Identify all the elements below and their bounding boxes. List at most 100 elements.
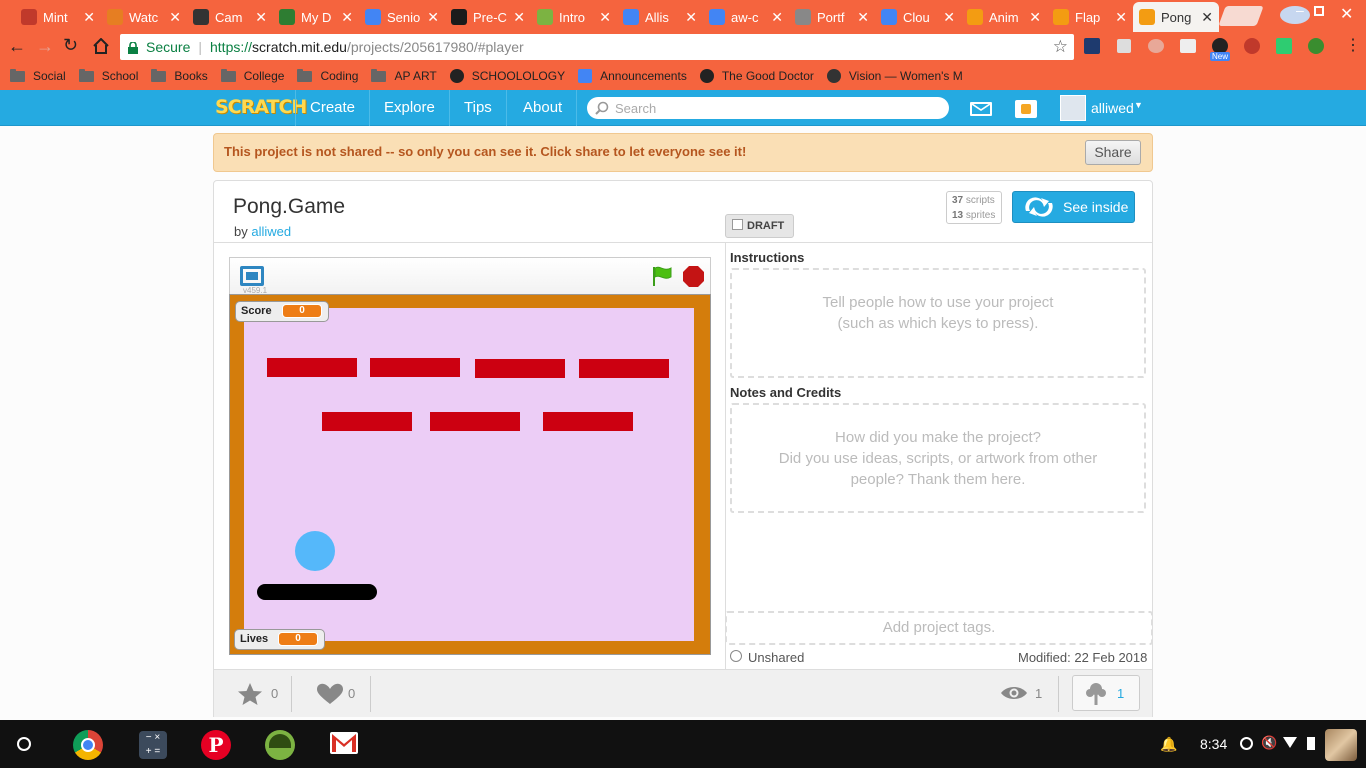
stop-icon[interactable] (683, 266, 704, 287)
tab-close-icon[interactable]: ✕ (513, 9, 525, 26)
bookmark-item[interactable]: Social (10, 68, 66, 83)
chevron-down-icon[interactable]: ▼ (1134, 100, 1143, 110)
tab-close-icon[interactable]: ✕ (685, 9, 697, 26)
bookmark-star-icon[interactable]: ☆ (1053, 37, 1068, 57)
sync-status-icon[interactable] (1240, 737, 1253, 750)
tab-close-icon[interactable]: ✕ (599, 9, 611, 26)
extension-bookmark-icon[interactable] (1276, 38, 1292, 54)
menu-kebab-icon[interactable]: ⋮ (1345, 36, 1361, 56)
extension-printer-icon[interactable] (1117, 39, 1131, 53)
browser-tab[interactable]: Watc ✕ (101, 2, 187, 32)
home-icon[interactable] (92, 37, 110, 54)
tab-close-icon[interactable]: ✕ (1029, 9, 1041, 26)
new-tab-button[interactable] (1218, 6, 1264, 26)
browser-tab[interactable]: Cam ✕ (187, 2, 273, 32)
address-bar[interactable]: Secure | https://scratch.mit.edu/project… (120, 34, 1074, 60)
launcher-icon[interactable] (17, 737, 31, 751)
project-title[interactable]: Pong.Game (233, 195, 345, 219)
nav-explore[interactable]: Explore (370, 90, 450, 126)
profile-avatar[interactable] (1280, 6, 1310, 24)
browser-tab[interactable]: Senio ✕ (359, 2, 445, 32)
tab-close-icon[interactable]: ✕ (255, 9, 267, 26)
see-inside-button[interactable]: See inside (1012, 191, 1135, 223)
clock[interactable]: 8:34 (1200, 736, 1227, 752)
stage[interactable]: Score 0 Lives 0 (229, 294, 711, 655)
bookmark-item[interactable]: Coding (297, 68, 358, 83)
remix-tree-button[interactable]: 1 (1072, 675, 1140, 711)
tags-field[interactable]: Add project tags. (725, 611, 1153, 645)
fullscreen-icon[interactable] (240, 266, 264, 286)
reload-icon[interactable]: ↻ (63, 35, 78, 55)
messages-icon[interactable] (970, 102, 992, 116)
extension-swirl-icon[interactable] (1148, 39, 1164, 53)
tab-close-icon[interactable]: ✕ (857, 9, 869, 26)
tab-close-icon[interactable]: ✕ (943, 9, 955, 26)
maximize-icon[interactable] (1314, 6, 1324, 16)
bookmark-item[interactable]: SCHOOLOLOGY (449, 69, 565, 83)
tab-close-icon[interactable]: ✕ (771, 9, 783, 26)
minimize-icon[interactable]: – (1296, 2, 1304, 18)
tab-close-icon[interactable]: ✕ (427, 9, 439, 26)
author-link[interactable]: alliwed (251, 224, 291, 239)
folder-icon (371, 68, 387, 82)
bookmark-item[interactable]: AP ART (371, 68, 437, 83)
nav-tips[interactable]: Tips (450, 90, 507, 126)
bookmark-item[interactable]: Vision — Women's M (826, 69, 963, 83)
user-avatar[interactable] (1325, 729, 1357, 761)
browser-tab[interactable]: aw-c ✕ (703, 2, 789, 32)
calculator-app-icon[interactable]: − × + = (139, 731, 167, 759)
username[interactable]: alliwed (1091, 100, 1134, 116)
instructions-field[interactable]: Tell people how to use your project (suc… (730, 268, 1146, 378)
tab-close-icon[interactable]: ✕ (1115, 9, 1127, 26)
extension-turtle-icon[interactable] (1308, 38, 1324, 54)
chrome-app-icon[interactable] (73, 730, 103, 760)
forward-icon[interactable]: → (36, 36, 54, 56)
green-flag-icon[interactable] (651, 265, 673, 287)
draft-checkbox[interactable] (732, 219, 743, 230)
turtle-app-icon[interactable] (265, 730, 295, 760)
search-input[interactable]: Search (587, 97, 949, 119)
extension-analytics-icon[interactable] (1084, 38, 1100, 54)
star-icon[interactable] (236, 682, 264, 706)
bookmark-item[interactable]: School (78, 68, 138, 83)
browser-tab[interactable]: Clou ✕ (875, 2, 961, 32)
bookmark-item[interactable]: The Good Doctor (699, 69, 814, 83)
notes-field[interactable]: How did you make the project? Did you us… (730, 403, 1146, 513)
nav-about[interactable]: About (509, 90, 578, 126)
browser-tab[interactable]: Anim ✕ (961, 2, 1047, 32)
tab-title: Pre-C (473, 9, 507, 25)
extension-paw-icon[interactable] (1244, 38, 1260, 54)
scratch-logo[interactable]: SCRATCH (215, 96, 307, 118)
browser-tab[interactable]: Mint ✕ (15, 2, 101, 32)
window-close-icon[interactable]: ✕ (1340, 4, 1353, 24)
browser-tab[interactable]: Portf ✕ (789, 2, 875, 32)
abc-icon (699, 69, 714, 83)
browser-tab[interactable]: Pong ✕ (1133, 2, 1219, 32)
gmail-app-icon[interactable] (330, 732, 358, 754)
heart-icon[interactable] (316, 683, 344, 705)
browser-tab[interactable]: Intro ✕ (531, 2, 617, 32)
bookmark-item[interactable]: Announcements (578, 69, 687, 83)
draft-toggle[interactable]: DRAFT (725, 214, 794, 238)
browser-tab[interactable]: My D ✕ (273, 2, 359, 32)
bookmark-item[interactable]: Books (151, 68, 208, 83)
wifi-icon[interactable] (1283, 737, 1297, 748)
bookmark-item[interactable]: College (220, 68, 284, 83)
battery-icon[interactable] (1307, 737, 1315, 750)
pinterest-app-icon[interactable]: P (201, 730, 231, 760)
share-button[interactable]: Share (1085, 140, 1141, 165)
volume-muted-icon[interactable]: 🔇 (1261, 735, 1277, 751)
tab-close-icon[interactable]: ✕ (341, 9, 353, 26)
my-stuff-icon[interactable] (1015, 100, 1037, 118)
browser-tab[interactable]: Pre-C ✕ (445, 2, 531, 32)
nav-create[interactable]: Create (295, 90, 371, 126)
tab-close-icon[interactable]: ✕ (83, 9, 95, 26)
extension-screenshot-icon[interactable] (1180, 39, 1196, 53)
browser-tab[interactable]: Flap ✕ (1047, 2, 1133, 32)
back-icon[interactable]: ← (8, 36, 26, 56)
notifications-bell-icon[interactable]: 🔔 (1160, 736, 1177, 753)
browser-tab[interactable]: Allis ✕ (617, 2, 703, 32)
avatar[interactable] (1060, 95, 1086, 121)
tab-close-icon[interactable]: ✕ (1201, 9, 1213, 26)
tab-close-icon[interactable]: ✕ (169, 9, 181, 26)
